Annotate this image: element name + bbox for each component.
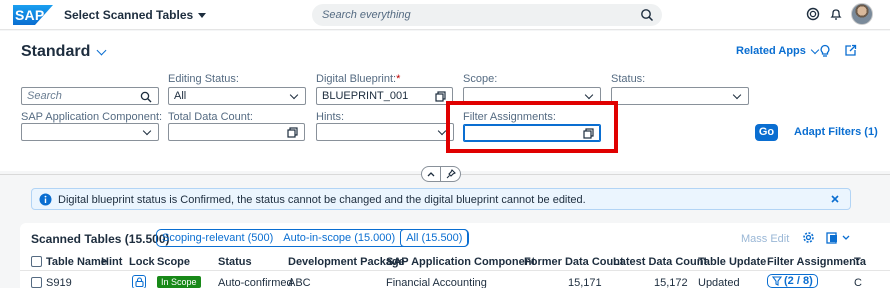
info-message-strip: Digital blueprint status is Confirmed, t… <box>31 188 851 210</box>
segment-auto-in-scope[interactable]: Auto-in-scope (15.000) <box>278 230 400 246</box>
required-asterisk: * <box>396 73 401 85</box>
go-button[interactable]: Go <box>755 124 778 141</box>
filter-icon <box>772 276 782 286</box>
digital-blueprint-label: Digital Blueprint:* <box>316 73 401 85</box>
col-sap-app-component[interactable]: SAP Application Component <box>386 256 535 268</box>
col-ta[interactable]: Ta <box>854 256 866 268</box>
chevron-down-icon <box>142 126 152 136</box>
search-icon[interactable] <box>640 8 654 22</box>
status-label: Status: <box>611 73 646 85</box>
table-title: Scanned Tables (15.500) <box>31 232 170 246</box>
settings-gear-icon[interactable] <box>802 231 815 244</box>
col-scope[interactable]: Scope <box>157 256 190 268</box>
cell-table-name: S919 <box>46 277 72 288</box>
total-data-count-field[interactable] <box>168 123 305 141</box>
app-title: Select Scanned Tables <box>64 8 194 22</box>
lock-icon[interactable] <box>132 275 146 288</box>
chevron-down-icon <box>732 90 742 100</box>
sap-logo[interactable]: SAP <box>13 5 53 25</box>
filter-assignment-button[interactable]: (2 / 8) <box>767 274 818 288</box>
col-lock[interactable]: Lock <box>129 256 155 268</box>
table-row[interactable]: S919 In Scope Auto-confirmed ABC Financi… <box>20 272 890 288</box>
editing-status-label: Editing Status: <box>168 73 239 85</box>
basic-search-field[interactable]: Search <box>21 87 159 105</box>
chevron-down-icon <box>584 90 594 100</box>
cell-table-update: Updated <box>698 277 740 288</box>
collapse-header-button[interactable] <box>421 166 441 182</box>
message-text: Digital blueprint status is Confirmed, t… <box>58 194 586 206</box>
sap-app-component-label: SAP Application Component: <box>21 111 163 123</box>
chevron-down-icon <box>437 126 447 136</box>
col-status[interactable]: Status <box>218 256 252 268</box>
col-table-name[interactable]: Table Name <box>46 256 107 268</box>
close-icon[interactable] <box>829 193 841 205</box>
chevron-down-icon <box>96 45 107 56</box>
variant-management[interactable]: Standard <box>21 43 107 61</box>
copilot-icon[interactable] <box>806 7 820 21</box>
digital-blueprint-value: BLUEPRINT_001 <box>322 90 409 102</box>
highlight-box <box>446 101 618 153</box>
variant-title: Standard <box>21 43 91 60</box>
caret-down-icon <box>198 12 207 18</box>
scope-status-badge: In Scope <box>157 276 201 288</box>
digital-blueprint-field[interactable]: BLUEPRINT_001 <box>316 87 453 105</box>
app-title-menu[interactable]: Select Scanned Tables <box>64 8 207 22</box>
total-data-count-label: Total Data Count: <box>168 111 253 123</box>
cell-former-count: 15,171 <box>568 277 602 288</box>
col-latest-data-count[interactable]: Latest Data Count <box>613 256 707 268</box>
cell-status: Auto-confirmed <box>218 277 293 288</box>
pin-header-button[interactable] <box>441 166 461 182</box>
col-filter-assignment[interactable]: Filter Assignment <box>767 256 860 268</box>
row-checkbox[interactable] <box>31 277 42 288</box>
cell-latest-count: 15,172 <box>654 277 688 288</box>
scanned-tables-table: Scanned Tables (15.500) Scoping-relevant… <box>20 223 890 288</box>
editing-status-value: All <box>174 90 187 102</box>
cell-app-component: Financial Accounting <box>386 277 487 288</box>
segment-scoping-relevant[interactable]: Scoping-relevant (500) <box>157 230 278 246</box>
search-icon[interactable] <box>140 91 152 103</box>
global-search-input[interactable]: Search everything <box>312 4 662 26</box>
chevron-down-icon <box>289 90 299 100</box>
sap-app-component-select[interactable] <box>21 123 159 141</box>
value-help-icon[interactable] <box>435 91 446 102</box>
hints-label: Hints: <box>316 111 345 123</box>
editing-status-select[interactable]: All <box>168 87 306 105</box>
lightbulb-icon[interactable] <box>819 44 831 58</box>
filter-assignment-count: (2 / 8) <box>784 275 813 287</box>
related-apps-label: Related Apps <box>736 45 806 57</box>
col-hint[interactable]: Hint <box>101 256 122 268</box>
table-toolbar: Scanned Tables (15.500) Scoping-relevant… <box>20 223 890 253</box>
value-help-icon[interactable] <box>287 127 298 138</box>
table-header-row: Table Name Hint Lock Scope Status Develo… <box>20 253 890 271</box>
cell-ta: C <box>854 277 862 288</box>
col-former-data-count[interactable]: Former Data Count <box>524 256 624 268</box>
bell-icon[interactable] <box>829 7 843 21</box>
segment-all[interactable]: All (15.500) <box>400 229 469 247</box>
mass-edit-button[interactable]: Mass Edit <box>741 233 789 245</box>
dynamic-page-header: Standard Related Apps Search Editing Sta… <box>0 31 890 171</box>
cell-dev-package: ABC <box>288 277 311 288</box>
related-apps-button[interactable]: Related Apps <box>736 45 820 57</box>
header-toggle-group <box>421 166 461 182</box>
scope-segmented-button: Scoping-relevant (500) Auto-in-scope (15… <box>156 229 470 247</box>
info-icon <box>39 193 52 206</box>
search-placeholder: Search <box>27 90 62 102</box>
status-select[interactable] <box>611 87 749 105</box>
share-icon[interactable] <box>844 44 857 57</box>
chevron-down-icon <box>810 45 820 54</box>
hints-select[interactable] <box>316 123 454 141</box>
user-avatar[interactable] <box>851 3 873 25</box>
adapt-filters-button[interactable]: Adapt Filters (1) <box>794 126 878 138</box>
scope-label: Scope: <box>463 73 498 85</box>
shell-bar: SAP Select Scanned Tables Search everyth… <box>0 0 890 30</box>
global-search-placeholder: Search everything <box>322 9 411 21</box>
select-all-checkbox[interactable] <box>31 256 42 267</box>
export-icon[interactable] <box>826 231 850 244</box>
col-table-update[interactable]: Table Update <box>698 256 766 268</box>
